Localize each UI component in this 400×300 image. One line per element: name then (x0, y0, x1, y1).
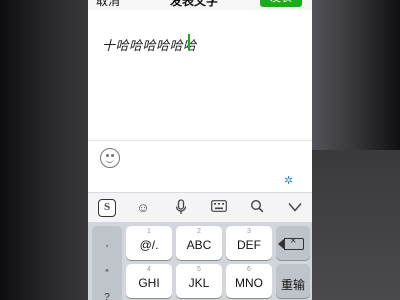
microphone-icon[interactable] (172, 199, 190, 217)
collapse-glyph (288, 203, 302, 212)
key-number: 2 (197, 228, 201, 235)
emoji-eye-right (111, 154, 114, 157)
compose-screen: 取消 发表文字 发表 十哈哈哈哈哈哈 ✲ S ☺ (88, 0, 312, 300)
nav-bar: 取消 发表文字 发表 (88, 0, 312, 10)
snowflake-icon[interactable]: ✲ (284, 174, 293, 187)
emoji-icon[interactable] (100, 148, 120, 168)
keyboard-glyph (211, 200, 227, 212)
search-icon[interactable] (248, 199, 266, 217)
background-left (0, 0, 90, 300)
emoji-mouth (105, 158, 114, 163)
background-right-lower (310, 150, 400, 300)
backspace-x-mark: × (290, 235, 297, 247)
text-caret (188, 34, 190, 50)
key-5[interactable]: 5 JKL (176, 264, 222, 298)
keyboard-assist-bar: ✲ (88, 172, 312, 192)
microphone-glyph (175, 199, 187, 214)
key-label: @/. (139, 238, 159, 252)
key-label: DEF (237, 238, 261, 252)
delete-key[interactable]: × (276, 226, 310, 260)
key-number: 5 (197, 266, 201, 273)
key-number: 1 (147, 228, 151, 235)
punctuation-comma[interactable]: , (92, 238, 122, 249)
keyboard-icon[interactable] (210, 199, 228, 217)
key-2[interactable]: 2 ABC (176, 226, 222, 260)
cancel-button[interactable]: 取消 (96, 0, 120, 9)
key-number: 3 (247, 228, 251, 235)
key-3[interactable]: 3 DEF (226, 226, 272, 260)
smile-icon[interactable]: ☺ (134, 199, 152, 217)
typed-text: 十哈哈哈哈哈哈 (102, 38, 197, 53)
publish-button[interactable]: 发表 (260, 0, 302, 7)
key-number: 6 (247, 266, 251, 273)
search-glyph (250, 199, 264, 213)
page-title: 发表文字 (170, 0, 219, 8)
key-label: MNO (235, 276, 263, 290)
key-number: 4 (147, 266, 151, 273)
key-1[interactable]: 1 @/. (126, 226, 172, 260)
t9-keyboard: , “ ? 1 @/. 2 ABC 3 DEF × 4 GHI 5 JKL 6 … (88, 222, 312, 300)
sogou-icon[interactable]: S (98, 199, 116, 217)
collapse-icon[interactable] (286, 199, 304, 217)
key-4[interactable]: 4 GHI (126, 264, 172, 298)
divider (88, 140, 312, 141)
text-input-area[interactable]: 十哈哈哈哈哈哈 (88, 10, 312, 140)
reset-input-label: 重输 (280, 278, 305, 292)
punctuation-column[interactable]: , “ ? (92, 226, 122, 300)
emoji-eye-left (106, 154, 109, 157)
key-label: GHI (138, 276, 160, 290)
punctuation-quote[interactable]: “ (92, 268, 122, 279)
key-label: JKL (188, 276, 210, 290)
key-6[interactable]: 6 MNO (226, 264, 272, 298)
key-label: ABC (186, 238, 212, 252)
punctuation-question[interactable]: ? (92, 292, 122, 300)
reset-input-key[interactable]: 重输 (276, 264, 310, 298)
ime-toolbar: S ☺ (88, 192, 312, 222)
